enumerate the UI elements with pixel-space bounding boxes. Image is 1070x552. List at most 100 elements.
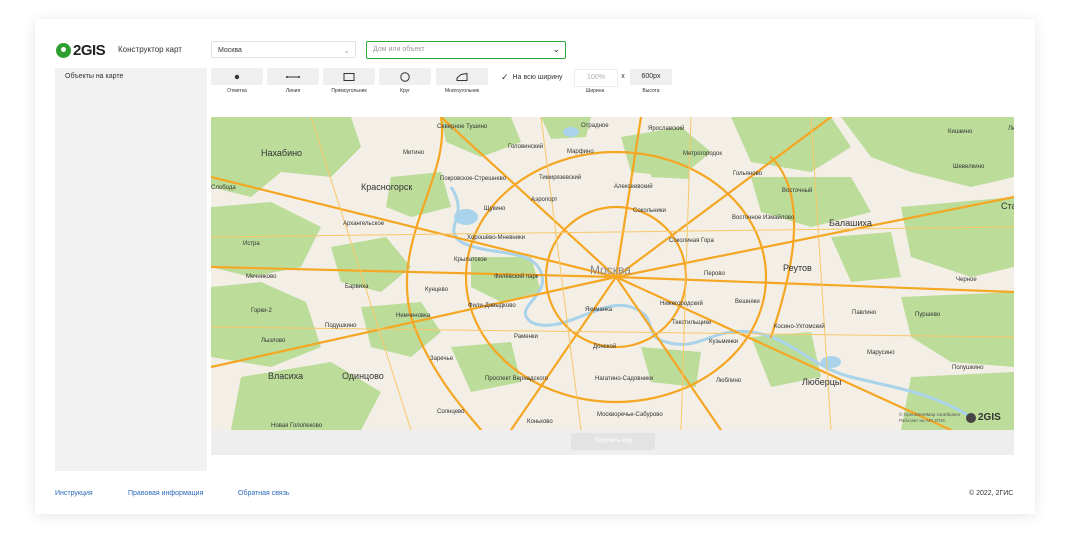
map-label: Новая Голопеково (271, 423, 323, 429)
map-label: Немчиновка (396, 313, 431, 319)
map-city-label: Москва (590, 263, 631, 277)
height-label: Высота (642, 88, 660, 94)
circle-icon (400, 71, 410, 82)
map-label: Одинцово (342, 371, 384, 381)
chevron-down-icon: ⌄ (552, 44, 560, 54)
map-label: Соколиная Гора (669, 238, 714, 244)
logo-icon (966, 412, 976, 423)
map-label: Сокольники (633, 208, 666, 214)
map-label: Слобода (211, 185, 236, 191)
chevron-down-icon: ⌄ (343, 46, 350, 55)
map-logo-text: 2GIS (978, 412, 1001, 423)
map-label: Отрадное (581, 123, 609, 129)
map-label: Власиха (268, 371, 304, 381)
action-bar: Получить код (211, 430, 1014, 455)
footer-link-feedback[interactable]: Обратная связь (238, 490, 290, 497)
attribution-line2: Работает на API 2ГИС (899, 418, 946, 423)
width-input[interactable]: 100% (574, 69, 618, 87)
map-label: Люберцы (802, 377, 842, 387)
tool-point-label: Отметка (227, 88, 247, 94)
get-code-button[interactable]: Получить код (571, 433, 655, 450)
footer-link-instruction[interactable]: Инструкция (55, 490, 93, 497)
tool-circle-label: Круг (400, 88, 410, 94)
checkmark-icon: ✓ (501, 72, 509, 82)
map-label: Красногорск (361, 182, 413, 192)
tool-polygon-button[interactable] (436, 68, 488, 85)
map-label: Нагатино-Садовники (595, 376, 654, 382)
map-label: Кишкино (948, 129, 973, 135)
map-label: Солнцево (437, 409, 465, 415)
search-input[interactable]: Дом или объект ⌄ (366, 41, 566, 59)
rectangle-icon (343, 72, 355, 81)
map-label: Филёвский парк (494, 274, 539, 280)
sidebar-title: Объекты на карте (65, 73, 124, 80)
map-label: Восточный (782, 188, 813, 194)
map-label: Косино-Ухтомский (774, 324, 825, 330)
tool-rectangle-button[interactable] (323, 68, 375, 85)
map-label: Головинский (508, 144, 544, 150)
map-label: Гольяново (733, 171, 763, 177)
map-label: Кузьминки (709, 339, 739, 345)
map-label: Фили-Давыдково (468, 303, 516, 309)
objects-sidebar: Объекты на карте (55, 68, 207, 471)
tool-line-label: Линия (285, 88, 301, 94)
copyright: © 2022, 2ГИС (969, 490, 1014, 497)
footer-link-legal[interactable]: Правовая информация (128, 490, 203, 497)
map-label: Крылатское (454, 257, 487, 263)
height-input[interactable]: 600px (630, 69, 672, 85)
map-label: Проспект Вернадского (485, 376, 548, 382)
tool-rectangle-label: Прямоугольник (331, 88, 367, 94)
map-label: Покровское-Стрешнево (440, 176, 507, 182)
line-icon (286, 75, 300, 78)
map-label: Реутов (783, 263, 812, 273)
map-label: Хорошёво-Мневники (467, 235, 526, 241)
map-label: Ста (1001, 201, 1014, 211)
map-label: Тимирязевский (539, 175, 582, 181)
map-label: Архангельское (343, 221, 385, 227)
map-label: Аэропорт (531, 197, 558, 203)
city-select[interactable]: Москва ⌄ (211, 41, 356, 58)
size-separator: x (621, 73, 625, 80)
map-label: Ярославский (648, 126, 685, 132)
map-label: Якиманка (585, 307, 613, 313)
map-label: Лю (1008, 126, 1014, 132)
map-label: Метрогородок (683, 151, 723, 157)
point-icon (234, 74, 240, 79)
map-label: Барвиха (345, 284, 369, 290)
full-width-checkbox[interactable]: ✓ На всю ширину (501, 72, 562, 83)
tool-line-button[interactable] (267, 68, 319, 85)
map-label: Перово (704, 271, 725, 277)
map-label: Текстильщики (672, 320, 712, 326)
logo-text: 2GIS (73, 41, 106, 59)
map-label: Кунцево (425, 287, 448, 293)
map-label: Восточное Измайлово (732, 215, 795, 221)
map-label: Алексеевский (614, 184, 653, 190)
tool-point-button[interactable] (211, 68, 263, 85)
width-label: Ширина (585, 88, 605, 94)
map-label: Шевелкино (953, 164, 985, 170)
map-label: Люблино (716, 378, 742, 384)
map-label: Заречье (430, 356, 454, 362)
map[interactable]: Северное Тушино Отрадное Ярославский Киш… (211, 117, 1014, 430)
tool-circle-button[interactable] (379, 68, 431, 85)
map-label: Черное (956, 277, 977, 283)
map-label: Митино (403, 150, 425, 156)
map-label: Марусино (867, 350, 895, 356)
map-label: Марфино (567, 149, 594, 155)
map-label: Донской (593, 344, 617, 350)
map-label: Москворечье-Сабурово (597, 412, 663, 418)
map-label: Мечниково (246, 274, 277, 280)
city-select-value: Москва (218, 47, 242, 54)
map-label: Павлино (852, 310, 877, 316)
map-label: Полушкино (952, 365, 984, 371)
map-label: Коньково (527, 419, 553, 425)
map-attribution: © OpenStreetMap contributors Работает на… (899, 412, 960, 424)
logo-icon (56, 42, 71, 58)
map-label: Балашиха (829, 218, 872, 228)
map-label: Раменки (514, 334, 538, 340)
logo[interactable]: 2GIS (56, 41, 106, 59)
map-label: Нижегородский (660, 301, 703, 307)
map-label: Пуршево (915, 312, 941, 318)
polygon-icon (456, 72, 468, 81)
full-width-label: На всю ширину (512, 74, 563, 81)
